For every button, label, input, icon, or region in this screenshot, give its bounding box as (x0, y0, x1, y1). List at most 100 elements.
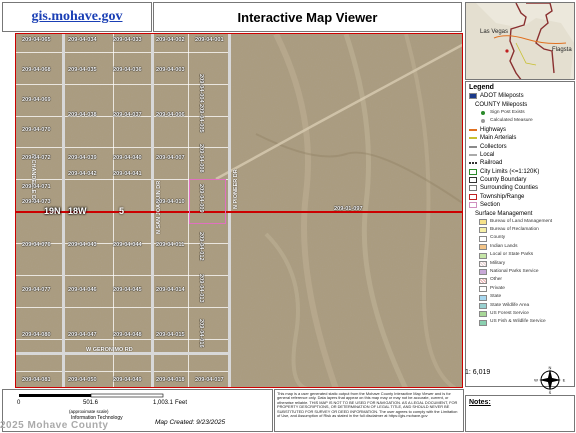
legend-swatch (481, 110, 485, 115)
parcel-label[interactable]: 209-04-003 (156, 67, 185, 73)
parcel-label[interactable]: 209-04-044 (113, 242, 142, 248)
parcel-label[interactable]: 209-04-006 (156, 112, 185, 118)
road-label-n-san-joaquin: N SAN JOAQUIN DR (156, 180, 162, 234)
legend-label: ADOT Mileposts (480, 93, 524, 100)
main-map[interactable]: W GERONIMO RD N CHANDELLE DR N SAN JOAQU… (15, 33, 463, 388)
parcel-label[interactable]: 209-04-047 (68, 332, 97, 338)
parcel-label[interactable]: 209-04-007 (156, 155, 185, 161)
road-label-n-chandelle: N CHANDELLE DR (30, 154, 36, 203)
parcel-label[interactable]: 209-04-076 (22, 242, 51, 248)
parcel-label[interactable]: 209-04-071 (22, 184, 51, 190)
parcel-label[interactable]: 209-04-008 (198, 144, 204, 173)
watermark-text: 2025 Mohave County (0, 420, 109, 431)
parcel-label[interactable]: 209-04-068 (22, 67, 51, 73)
legend-swatch (479, 319, 487, 326)
legend-item: Indian Lands (469, 243, 571, 251)
svg-text:N: N (549, 366, 552, 370)
parcel-label[interactable]: 209-04-045 (113, 287, 142, 293)
legend-label: Calculated Measure (490, 117, 533, 123)
parcel-label[interactable]: 209-04-041 (113, 171, 142, 177)
legend-label: Highways (480, 126, 507, 133)
township-label: 19N (44, 206, 61, 216)
parcel-label[interactable]: 209-04-036 (113, 67, 142, 73)
location-marker-icon (505, 49, 509, 53)
parcel-label[interactable]: 209-04-004 (198, 74, 204, 103)
legend-item: Surrounding Counties (469, 184, 571, 192)
legend-item: Surface Management (469, 209, 571, 217)
parcel-label[interactable]: 209-04-015 (156, 332, 185, 338)
legend-item: State (469, 293, 571, 301)
legend-swatch (479, 311, 487, 318)
legend-item: County Boundary (469, 176, 571, 184)
parcel-label[interactable]: 209-04-050 (68, 377, 97, 383)
parcel-label[interactable]: 209-04-049 (113, 377, 142, 383)
legend-item: Bureau of Land Management (469, 218, 571, 226)
parcel-label[interactable]: 209-04-010 (156, 199, 185, 205)
legend-label: Surface Management (475, 210, 533, 217)
parcel-label[interactable]: 209-04-073 (22, 199, 51, 205)
legend-label: State (490, 294, 502, 300)
parcel-label[interactable]: 209-04-080 (22, 332, 51, 338)
parcel-label[interactable]: 209-04-042 (68, 171, 97, 177)
legend-item: Sign Post Exists (469, 109, 571, 117)
legend-item: City Limits (<=1:120K) (469, 168, 571, 176)
parcel-label[interactable]: 209-04-034 (68, 37, 97, 43)
legend-swatch (479, 261, 487, 267)
legend-label: Local or State Parks (490, 252, 534, 258)
legend-label: Local (480, 151, 495, 158)
legend-item: Main Arterials (469, 134, 571, 142)
parcel-label[interactable]: 209-04-016 (198, 319, 204, 348)
legend-item: US Forest Service (469, 310, 571, 318)
legend-label: Other (490, 277, 502, 283)
legend-item: Collectors (469, 142, 571, 150)
parcel-label[interactable]: 209-04-001 (195, 37, 224, 43)
parcel-label[interactable]: 209-04-037 (113, 112, 142, 118)
parcel-label[interactable]: 209-04-005 (198, 104, 204, 133)
legend-swatch (479, 227, 487, 234)
road-label-w-geronimo: W GERONIMO RD (86, 347, 133, 353)
parcel-label[interactable]: 209-04-038 (68, 112, 97, 118)
parcel-label[interactable]: 209-04-081 (22, 377, 51, 383)
scale-tick-mid: 501.6 (83, 400, 99, 406)
legend-label: County Boundary (480, 177, 527, 184)
parcel-label[interactable]: 209-04-018 (156, 377, 185, 383)
legend-label: Private (490, 285, 505, 291)
parcel-label[interactable]: 209-04-002 (156, 37, 185, 43)
parcel-label[interactable]: 209-04-069 (22, 97, 51, 103)
parcel-label[interactable]: 209-04-035 (68, 67, 97, 73)
parcel-label[interactable]: 209-01-097 (334, 206, 363, 212)
selected-parcel[interactable] (189, 179, 226, 224)
parcel-label[interactable]: 209-04-072 (22, 155, 51, 161)
legend-title: Legend (469, 84, 494, 91)
site-link-box: gis.mohave.gov (2, 2, 152, 32)
legend-item: US Fish & Wildlife Service (469, 319, 571, 327)
legend-swatch (469, 168, 477, 175)
parcel-label[interactable]: 209-04-033 (113, 37, 142, 43)
parcel-label[interactable]: 209-04-017 (195, 377, 224, 383)
parcel-label[interactable]: 209-04-043 (68, 242, 97, 248)
legend-swatch (479, 252, 487, 259)
legend-item: Railroad (469, 159, 571, 167)
parcel-label[interactable]: 209-04-048 (113, 332, 142, 338)
legend-panel: Legend ADOT Mileposts COUNTY Mileposts Sig… (465, 81, 575, 387)
parcel-label[interactable]: 209-04-011 (156, 242, 184, 248)
disclaimer-text: This map is a user generated static outp… (274, 389, 464, 432)
parcel-label[interactable]: 209-04-046 (68, 287, 97, 293)
site-link[interactable]: gis.mohave.gov (32, 9, 123, 25)
parcel-label[interactable]: 209-04-065 (22, 37, 51, 43)
parcel-label[interactable]: 209-04-070 (22, 127, 51, 133)
legend-swatch (469, 162, 477, 165)
legend-swatch (469, 177, 477, 184)
legend-label: Surrounding Counties (480, 185, 539, 192)
parcel-label[interactable]: 209-04-009 (198, 184, 204, 213)
parcel-label[interactable]: 209-04-039 (68, 155, 97, 161)
parcel-label[interactable]: 209-04-040 (113, 155, 142, 161)
legend-swatch (479, 235, 487, 242)
legend-item: State Wildlife Area (469, 302, 571, 310)
parcel-label[interactable]: 209-04-077 (22, 287, 51, 293)
parcel-label[interactable]: 209-04-012 (198, 232, 204, 261)
legend-item: National Parks Service (469, 268, 571, 276)
parcel-label[interactable]: 209-04-014 (156, 287, 185, 293)
parcel-label[interactable]: 209-04-013 (198, 274, 204, 303)
legend-label: COUNTY Mileposts (475, 101, 528, 108)
